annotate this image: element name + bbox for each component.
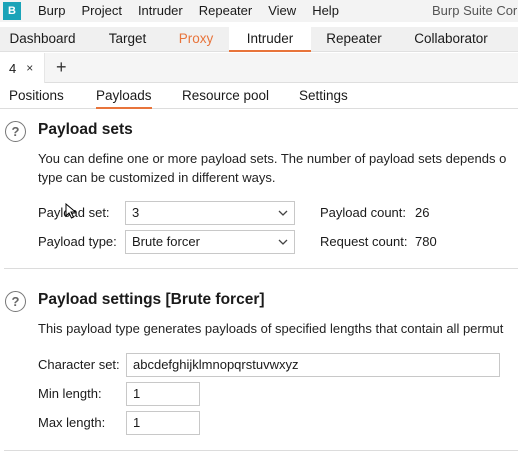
plus-icon[interactable]: + (56, 57, 67, 77)
tab-positions[interactable]: Positions (9, 84, 64, 109)
character-set-label: Character set: (38, 357, 120, 372)
menu-view[interactable]: View (260, 0, 304, 22)
tab-resource-pool[interactable]: Resource pool (182, 84, 269, 109)
character-set-input[interactable]: abcdefghijklmnopqrstuvwxyz (126, 353, 500, 377)
payload-set-select[interactable]: 3 (125, 201, 295, 225)
help-icon[interactable]: ? (5, 121, 26, 142)
payload-type-select[interactable]: Brute forcer (125, 230, 295, 254)
payload-count-value: 26 (415, 205, 430, 220)
max-length-label: Max length: (38, 415, 106, 430)
payload-count-label: Payload count: (320, 205, 407, 220)
mouse-cursor-icon (65, 203, 77, 219)
section-title-payload-settings: Payload settings [Brute forcer] (38, 291, 265, 308)
section-title-payload-sets: Payload sets (38, 121, 133, 138)
tab-payloads[interactable]: Payloads (96, 84, 152, 109)
payload-settings-description: This payload type generates payloads of … (38, 321, 504, 336)
payload-sets-description-line2: type can be customized in different ways… (38, 170, 276, 185)
tab-settings[interactable]: Settings (299, 84, 348, 109)
tab-repeater[interactable]: Repeater (318, 27, 390, 51)
main-tab-bar: Dashboard Target Proxy Intruder Repeater… (0, 27, 518, 52)
menu-project[interactable]: Project (73, 0, 129, 22)
section-divider (4, 450, 518, 451)
chevron-down-icon (278, 231, 288, 253)
sub-tab-bar: Positions Payloads Resource pool Setting… (0, 84, 518, 109)
payload-set-value: 3 (132, 205, 140, 220)
min-length-input[interactable]: 1 (126, 382, 200, 406)
tab-collaborator[interactable]: Collaborator (400, 27, 502, 51)
burp-logo-icon: B (3, 2, 21, 20)
instance-tab-bar: 4 × + (0, 53, 518, 83)
menu-repeater[interactable]: Repeater (191, 0, 260, 22)
menu-burp[interactable]: Burp (30, 0, 73, 22)
menu-bar: B Burp Project Intruder Repeater View He… (0, 0, 518, 22)
tab-dashboard[interactable]: Dashboard (0, 27, 85, 51)
section-divider (4, 268, 518, 269)
instance-tab-4[interactable]: 4 × (0, 53, 45, 83)
payload-type-value: Brute forcer (132, 234, 200, 249)
request-count-label: Request count: (320, 234, 408, 249)
min-length-label: Min length: (38, 386, 102, 401)
window-title: Burp Suite Cor (432, 3, 518, 18)
instance-tab-label: 4 (9, 60, 17, 76)
chevron-down-icon (278, 202, 288, 224)
payload-sets-description-line1: You can define one or more payload sets.… (38, 151, 507, 166)
tab-proxy[interactable]: Proxy (168, 27, 224, 51)
payload-type-label: Payload type: (38, 234, 117, 249)
tab-intruder[interactable]: Intruder (229, 27, 311, 52)
close-icon[interactable]: × (26, 61, 33, 75)
menu-intruder[interactable]: Intruder (130, 0, 191, 22)
tab-target[interactable]: Target (95, 27, 160, 51)
max-length-input[interactable]: 1 (126, 411, 200, 435)
help-icon[interactable]: ? (5, 291, 26, 312)
menu-help[interactable]: Help (304, 0, 347, 22)
request-count-value: 780 (415, 234, 437, 249)
